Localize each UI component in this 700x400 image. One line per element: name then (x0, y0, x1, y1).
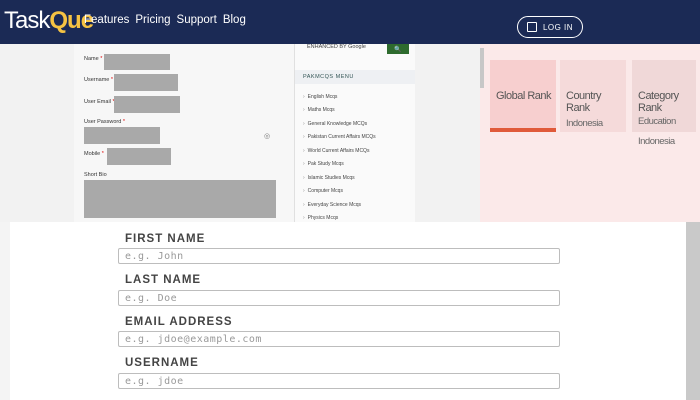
search-row: ENHANCED BY Google 🔍 (295, 44, 415, 68)
nav-pricing[interactable]: Pricing (135, 14, 170, 26)
menu-item[interactable]: Computer Mcqs (303, 185, 376, 199)
mobile-label: Mobile * (84, 151, 104, 157)
login-button[interactable]: LOG IN (517, 16, 583, 38)
show-password-icon[interactable]: ◎ (264, 132, 270, 140)
username-field[interactable] (114, 74, 178, 91)
first-name-input[interactable] (118, 248, 560, 264)
global-rank-bar (490, 128, 556, 132)
menu-item[interactable]: Pakistan Current Affairs MCQs (303, 131, 376, 145)
menu-item[interactable]: Pak Study Mcqs (303, 158, 376, 172)
email-address-label: EMAIL ADDRESS (125, 316, 233, 328)
search-button[interactable]: 🔍 (387, 44, 409, 54)
rank-panel: Global Rank Country Rank Indonesia Categ… (480, 44, 700, 222)
menu-item[interactable]: Everyday Science Mcqs (303, 198, 376, 212)
category-rank-title: Category Rank (638, 90, 679, 114)
nav-features[interactable]: Features (84, 14, 129, 26)
nav-blog[interactable]: Blog (223, 14, 246, 26)
username-input[interactable] (118, 373, 560, 389)
name-field[interactable] (104, 54, 170, 70)
login-icon (526, 22, 537, 32)
search-input[interactable]: ENHANCED BY Google (307, 44, 366, 50)
profile-form-preview: Name * Username * User Email * User Pass… (74, 44, 294, 222)
last-name-input[interactable] (118, 290, 560, 306)
category-rank-value: Education (638, 116, 676, 127)
login-label: LOG IN (542, 22, 574, 32)
menu-title: PAKMCQS MENU (295, 70, 415, 84)
name-label: Name * (84, 56, 103, 62)
global-rank-title: Global Rank (496, 90, 552, 102)
user-email-label: User Email * (84, 99, 115, 105)
sidebar: ENHANCED BY Google 🔍 PAKMCQS MENU Englis… (294, 44, 415, 222)
global-rank-card[interactable]: Global Rank (490, 60, 556, 132)
country-rank-value: Indonesia (566, 118, 603, 129)
scrollbar[interactable] (480, 48, 484, 88)
username-label: USERNAME (125, 357, 199, 369)
user-email-field[interactable] (114, 96, 180, 113)
country-rank-card[interactable]: Country Rank Indonesia (560, 60, 626, 132)
country-rank-title: Country Rank (566, 90, 602, 114)
scrollbar-track[interactable] (686, 222, 700, 400)
menu-list: English Mcqs Maths Mcqs General Knowledg… (303, 90, 376, 225)
menu-item[interactable]: World Current Affairs MCQs (303, 144, 376, 158)
menu-item[interactable]: Maths Mcqs (303, 104, 376, 118)
short-bio-label: Short Bio (84, 172, 107, 178)
logo-text: Task (4, 7, 50, 34)
left-strip (0, 222, 10, 400)
category-rank-country: Indonesia (638, 136, 675, 147)
menu-item[interactable]: General Knowledge MCQs (303, 117, 376, 131)
menu-item[interactable]: Islamic Studies Mcqs (303, 171, 376, 185)
short-bio-field[interactable] (84, 180, 276, 218)
category-rank-card[interactable]: Category Rank Education Indonesia (632, 60, 696, 147)
user-password-field[interactable] (84, 127, 160, 144)
search-icon: 🔍 (394, 46, 402, 53)
nav-support[interactable]: Support (177, 14, 217, 26)
top-header: TaskQue Features Pricing Support Blog LO… (0, 0, 700, 44)
username-label: Username * (84, 77, 114, 83)
menu-item[interactable]: English Mcqs (303, 90, 376, 104)
mobile-field[interactable] (107, 148, 171, 165)
main-nav: Features Pricing Support Blog (84, 14, 246, 26)
first-name-label: FIRST NAME (125, 233, 206, 245)
signup-form: FIRST NAME LAST NAME EMAIL ADDRESS USERN… (0, 222, 700, 400)
user-password-label: User Password * (84, 119, 125, 125)
last-name-label: LAST NAME (125, 274, 202, 286)
logo[interactable]: TaskQue (4, 6, 94, 36)
email-address-input[interactable] (118, 331, 560, 347)
